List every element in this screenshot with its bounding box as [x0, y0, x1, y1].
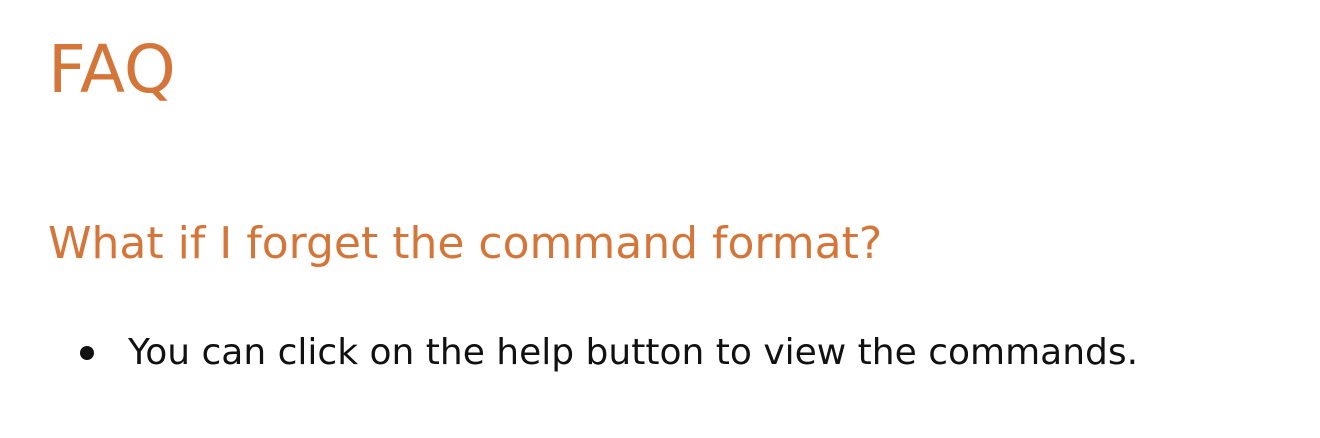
faq-answer-list: You can click on the help button to view… — [80, 330, 1138, 377]
faq-page: FAQ What if I forget the command format?… — [0, 0, 1320, 438]
faq-question: What if I forget the command format? — [48, 218, 883, 269]
bullet-icon — [80, 346, 94, 361]
faq-answer-text: You can click on the help button to view… — [128, 332, 1139, 373]
page-title: FAQ — [48, 31, 176, 108]
list-item: You can click on the help button to view… — [80, 330, 1138, 377]
